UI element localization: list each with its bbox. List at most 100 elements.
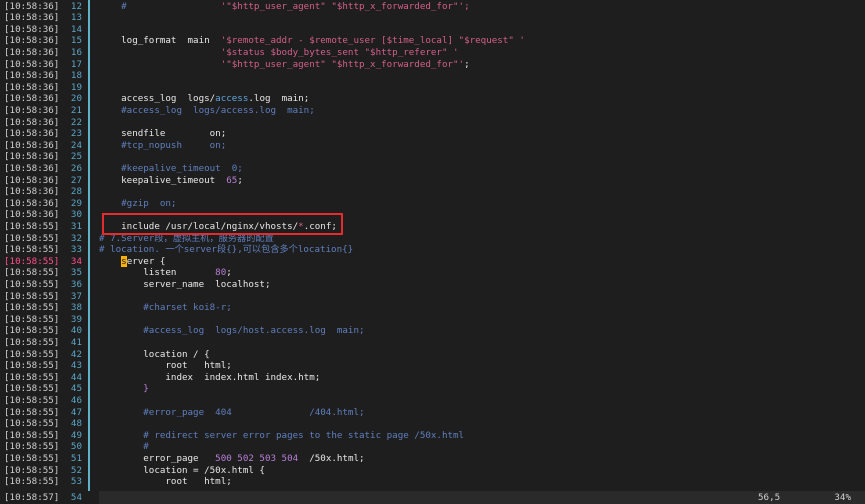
line-code[interactable]: #error_page 404 /404.html; bbox=[99, 407, 364, 419]
code-line[interactable]: [10:58:55] 35 listen 80; bbox=[0, 267, 865, 279]
line-number: 26 bbox=[70, 162, 82, 174]
code-token: #gzip on; bbox=[99, 197, 177, 209]
code-line[interactable]: [10:58:55] 37 bbox=[0, 291, 865, 303]
line-code[interactable]: location / { bbox=[99, 349, 209, 361]
code-line[interactable]: [10:58:36] 20 access_log logs/access.log … bbox=[0, 93, 865, 105]
code-token: } bbox=[99, 383, 149, 395]
code-line[interactable]: [10:58:55] 42 location / { bbox=[0, 349, 865, 361]
code-line[interactable]: [10:58:36] 22 bbox=[0, 117, 865, 129]
line-code[interactable]: #access_log logs/access.log main; bbox=[99, 105, 315, 117]
line-timestamp: [10:58:55] bbox=[4, 267, 60, 279]
line-code[interactable]: keepalive_timeout 65; bbox=[99, 175, 243, 187]
line-timestamp: [10:58:55] bbox=[4, 232, 60, 244]
line-code[interactable]: # redirect server error pages to the sta… bbox=[99, 430, 464, 442]
code-line[interactable]: [10:58:55] 38 #charset koi8-r; bbox=[0, 302, 865, 314]
line-number: 13 bbox=[70, 12, 82, 24]
code-line[interactable]: [10:58:36] 29 #gzip on; bbox=[0, 198, 865, 210]
code-line[interactable]: [10:58:36] 28 bbox=[0, 186, 865, 198]
code-line[interactable]: [10:58:55] 51 error_page 500 502 503 504 … bbox=[0, 453, 865, 465]
code-line[interactable]: [10:58:55] 36 server_name localhost; bbox=[0, 279, 865, 291]
line-code[interactable]: root html; bbox=[99, 476, 232, 488]
code-line[interactable]: [10:58:55] 50 # bbox=[0, 441, 865, 453]
code-line[interactable]: [10:58:55] 39 bbox=[0, 314, 865, 326]
line-code[interactable]: index index.html index.htm; bbox=[99, 372, 320, 384]
line-code[interactable]: location = /50x.html { bbox=[99, 465, 265, 477]
status-line-number: 54 bbox=[70, 492, 82, 503]
code-line[interactable]: [10:58:36] 12 # '"$http_user_agent" "$htt… bbox=[0, 1, 865, 13]
line-timestamp: [10:58:36] bbox=[4, 139, 60, 151]
code-line[interactable]: [10:58:55] 47 #error_page 404 /404.html; bbox=[0, 407, 865, 419]
code-line[interactable]: [10:58:36] 25 bbox=[0, 151, 865, 163]
line-number: 51 bbox=[70, 452, 82, 464]
annotation-highlight-box bbox=[102, 213, 343, 235]
line-timestamp: [10:58:36] bbox=[4, 70, 60, 82]
code-line[interactable]: [10:58:36] 17 '"$http_user_agent" "$http_… bbox=[0, 59, 865, 71]
code-line[interactable]: [10:58:36] 13 bbox=[0, 12, 865, 24]
code-line[interactable]: [10:58:55] 49 # redirect server error pag… bbox=[0, 430, 865, 442]
code-line[interactable]: [10:58:36] 24 #tcp_nopush on; bbox=[0, 140, 865, 152]
line-number: 43 bbox=[70, 360, 82, 372]
line-code[interactable]: server_name localhost; bbox=[99, 279, 270, 291]
code-token: 65 bbox=[226, 174, 238, 186]
line-code[interactable]: '$status $body_bytes_sent "$http_referer… bbox=[99, 47, 459, 59]
code-line[interactable]: [10:58:36] 21 #access_log logs/access.log… bbox=[0, 105, 865, 117]
code-token: ; bbox=[226, 267, 232, 279]
code-line[interactable]: [10:58:36] 16 '$status $body_bytes_sent "… bbox=[0, 47, 865, 59]
line-code[interactable]: sendfile on; bbox=[99, 128, 226, 140]
line-timestamp: [10:58:55] bbox=[4, 255, 60, 267]
code-line[interactable]: [10:58:55] 33 # location. 一个server段{},可以包含… bbox=[0, 244, 865, 256]
code-token: root html; bbox=[99, 476, 232, 488]
code-line[interactable]: [10:58:55] 44 index index.html index.htm; bbox=[0, 372, 865, 384]
line-code[interactable]: error_page 500 502 503 504 /50x.html; bbox=[99, 452, 364, 465]
line-code[interactable]: root html; bbox=[99, 360, 231, 372]
code-line[interactable]: [10:58:55] 34 server { bbox=[0, 255, 865, 268]
code-line[interactable]: [10:58:36] 14 bbox=[0, 24, 865, 36]
line-code[interactable]: } bbox=[99, 383, 149, 395]
code-line[interactable]: [10:58:55] 45 } bbox=[0, 383, 865, 395]
line-code[interactable]: log_format main '$remote_addr - $remote_… bbox=[99, 35, 525, 47]
line-timestamp: [10:58:55] bbox=[4, 441, 60, 453]
line-code[interactable]: listen 80; bbox=[99, 267, 232, 279]
code-token: '"$http_user_agent" "$http_x_forwarded_f… bbox=[126, 0, 470, 12]
line-timestamp: [10:58:55] bbox=[4, 394, 60, 406]
terminal-editor[interactable]: [10:58:36] 12 # '"$http_user_agent" "$htt… bbox=[0, 0, 865, 491]
line-number: 23 bbox=[70, 128, 82, 140]
line-number: 50 bbox=[70, 441, 82, 453]
line-code[interactable]: #tcp_nopush on; bbox=[99, 140, 226, 152]
line-code[interactable]: #charset koi8-r; bbox=[99, 302, 232, 314]
code-line[interactable]: [10:58:55] 46 bbox=[0, 395, 865, 407]
code-line[interactable]: [10:58:55] 52 location = /50x.html { bbox=[0, 465, 865, 477]
code-token: erver { bbox=[126, 255, 166, 267]
code-line[interactable]: [10:58:36] 18 bbox=[0, 70, 865, 82]
code-line[interactable]: [10:58:55] 41 bbox=[0, 337, 865, 349]
code-line[interactable]: [10:58:36] 26 #keepalive_timeout 0; bbox=[0, 163, 865, 175]
code-line[interactable]: [10:58:55] 53 root html; bbox=[0, 476, 865, 488]
code-line[interactable]: [10:58:36] 23 sendfile on; bbox=[0, 128, 865, 140]
code-line[interactable]: [10:58:55] 48 bbox=[0, 418, 865, 430]
line-code[interactable]: # bbox=[99, 441, 149, 453]
line-code[interactable]: #keepalive_timeout 0; bbox=[99, 163, 243, 175]
line-number: 45 bbox=[70, 383, 82, 395]
line-code[interactable]: '"$http_user_agent" "$http_x_forwarded_f… bbox=[99, 59, 470, 71]
line-code[interactable]: #gzip on; bbox=[99, 198, 176, 210]
code-line[interactable]: [10:58:55] 40 #access_log logs/host.acces… bbox=[0, 325, 865, 337]
code-token: ; bbox=[237, 174, 243, 186]
line-code[interactable]: #access_log logs/host.access.log main; bbox=[99, 325, 364, 337]
line-code[interactable]: # '"$http_user_agent" "$http_x_forwarded… bbox=[99, 1, 470, 13]
code-token: #keepalive_timeout 0; bbox=[99, 162, 243, 174]
line-code[interactable]: server { bbox=[99, 255, 166, 268]
line-timestamp: [10:58:55] bbox=[4, 406, 60, 418]
code-token: listen bbox=[99, 267, 216, 279]
line-number: 19 bbox=[70, 81, 82, 93]
code-line[interactable]: [10:58:36] 27 keepalive_timeout 65; bbox=[0, 175, 865, 187]
line-code[interactable]: access_log logs/access.log main; bbox=[99, 93, 309, 105]
code-token: error_page bbox=[99, 452, 216, 464]
scroll-percent: 34% bbox=[834, 492, 851, 503]
code-line[interactable]: [10:58:36] 15 log_format main '$remote_ad… bbox=[0, 35, 865, 47]
line-code[interactable]: # location. 一个server段{},可以包含多个location{} bbox=[99, 244, 353, 256]
code-token: # bbox=[99, 0, 127, 12]
code-line[interactable]: [10:58:55] 43 root html; bbox=[0, 360, 865, 372]
code-line[interactable]: [10:58:36] 19 bbox=[0, 82, 865, 94]
line-number: 32 bbox=[70, 232, 82, 244]
